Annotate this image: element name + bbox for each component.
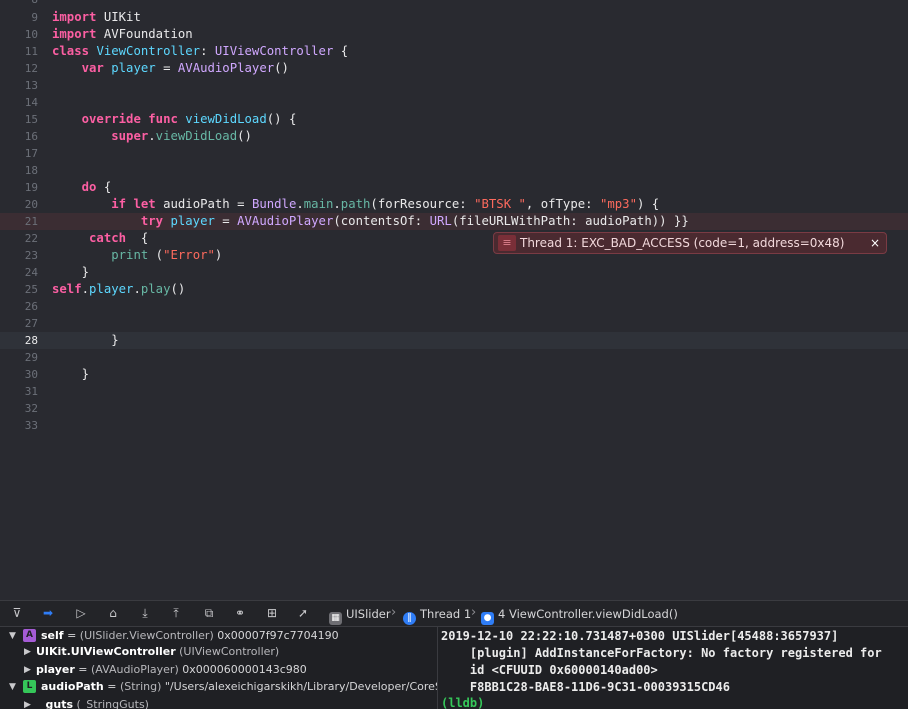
line-number: 29 [24, 351, 38, 364]
error-annotation[interactable]: ≡ Thread 1: EXC_BAD_ACCESS (code=1, addr… [493, 232, 887, 254]
variable-row[interactable]: ▶ _guts (_StringGuts) [0, 696, 437, 709]
disclosure-triangle-icon[interactable]: ▶ [24, 661, 31, 679]
breadcrumb-thread[interactable]: ‖ Thread 1 [403, 606, 471, 625]
chevron-right-icon: › [471, 605, 477, 620]
disclosure-triangle-icon[interactable]: ▼ [9, 678, 16, 696]
variable-row[interactable]: ▶ player = (AVAudioPlayer) 0x00006000014… [0, 661, 437, 679]
debug-bar: ⊽ ➡ ▷ ⌂ ⤓ ⤒ ⧉ ⚭ ⊞ ➚ ▦ UISlider › ‖ Thread … [0, 600, 908, 627]
line-number: 11 [24, 45, 38, 58]
code-line[interactable]: 19 do { [0, 179, 908, 196]
code-line[interactable]: 24 } [0, 264, 908, 281]
step-over-icon[interactable]: ⌂ [104, 605, 122, 622]
thread-icon: ‖ [403, 612, 416, 625]
line-number: 12 [24, 62, 38, 75]
user-frame-icon: ● [481, 612, 494, 625]
line-number: 20 [24, 198, 38, 211]
code-line[interactable]: 26 [0, 298, 908, 315]
line-number: 27 [24, 317, 38, 330]
code-line[interactable]: 29 [0, 349, 908, 366]
line-number: 17 [24, 147, 38, 160]
line-number: 13 [24, 79, 38, 92]
variable-row[interactable]: ▶ UIKit.UIViewController (UIViewControll… [0, 643, 437, 661]
console-line: 2019-12-10 22:22:10.731487+0300 UISlider… [441, 629, 839, 643]
line-number: 33 [24, 419, 38, 432]
current-code-line[interactable]: 28 } [0, 332, 908, 349]
code-line[interactable]: 10 import AVFoundation [0, 26, 908, 43]
line-number: 10 [24, 28, 38, 41]
line-number: 15 [24, 113, 38, 126]
code-line[interactable]: 18 [0, 162, 908, 179]
code-line[interactable]: 13 [0, 77, 908, 94]
line-number: 25 [24, 283, 38, 296]
error-code-line[interactable]: 21 try player = AVAudioPlayer(contentsOf… [0, 213, 908, 230]
line-number: 22 [24, 232, 38, 245]
line-number: 16 [24, 130, 38, 143]
code-line[interactable]: 25 self.player.play() [0, 281, 908, 298]
breakpoints-toggle-icon[interactable]: ➡ [39, 605, 57, 622]
memory-graph-icon[interactable]: ⚭ [231, 605, 249, 622]
simulate-location-icon[interactable]: ➚ [294, 605, 312, 622]
step-into-icon[interactable]: ⤓ [136, 605, 154, 622]
code-line[interactable]: 15 override func viewDidLoad() { [0, 111, 908, 128]
line-number: 24 [24, 266, 38, 279]
code-line[interactable]: 20 if let audioPath = Bundle.main.path(f… [0, 196, 908, 213]
code-line[interactable]: 9 import UIKit [0, 9, 908, 26]
line-number: 23 [24, 249, 38, 262]
line-number: 18 [24, 164, 38, 177]
line-number: 26 [24, 300, 38, 313]
line-number: 32 [24, 402, 38, 415]
breadcrumb-app[interactable]: ▦ UISlider [329, 606, 391, 625]
code-line[interactable]: 32 [0, 400, 908, 417]
line-number: 30 [24, 368, 38, 381]
console-line: id <CFUUID 0x60000140ad00> [441, 663, 658, 677]
code-line[interactable]: 30 } [0, 366, 908, 383]
code-line[interactable]: 17 [0, 145, 908, 162]
environment-overrides-icon[interactable]: ⊞ [263, 605, 281, 622]
console-output[interactable]: 2019-12-10 22:22:10.731487+0300 UISlider… [438, 627, 908, 709]
code-line[interactable]: 16 super.viewDidLoad() [0, 128, 908, 145]
hide-debug-area-icon[interactable]: ⊽ [8, 605, 26, 622]
line-number: 9 [31, 11, 38, 24]
source-editor[interactable]: 8 9 import UIKit 10 import AVFoundation … [0, 0, 908, 600]
close-icon[interactable]: × [870, 235, 880, 251]
console-line: [plugin] AddInstanceForFactory: No facto… [441, 646, 882, 660]
disclosure-triangle-icon[interactable]: ▶ [24, 696, 31, 709]
code-line[interactable]: 14 [0, 94, 908, 111]
line-number: 8 [0, 0, 38, 8]
error-lines-icon: ≡ [498, 235, 516, 251]
variables-view[interactable]: ▼ A self = (UISlider.ViewController) 0x0… [0, 627, 437, 709]
line-number: 19 [24, 181, 38, 194]
console-line: F8BB1C28-BAE8-11D6-9C31-00039315CD46 [441, 680, 730, 694]
code-line[interactable]: 27 [0, 315, 908, 332]
error-message: Thread 1: EXC_BAD_ACCESS (code=1, addres… [520, 236, 845, 250]
breadcrumb-frame[interactable]: ● 4 ViewController.viewDidLoad() [481, 606, 678, 625]
step-out-icon[interactable]: ⤒ [167, 605, 185, 622]
chevron-right-icon: › [391, 605, 397, 620]
lldb-prompt[interactable]: (lldb) [441, 695, 484, 709]
local-badge-icon: L [23, 680, 36, 693]
app-icon: ▦ [329, 612, 342, 625]
line-number: 14 [24, 96, 38, 109]
code-line[interactable]: 31 [0, 383, 908, 400]
code-line[interactable]: 11 class ViewController: UIViewControlle… [0, 43, 908, 60]
line-number: 21 [24, 215, 38, 228]
line-number: 28 [24, 334, 38, 347]
continue-icon[interactable]: ▷ [72, 605, 90, 622]
variable-row[interactable]: ▼ L audioPath = (String) "/Users/alexeic… [0, 678, 437, 696]
line-number: 31 [24, 385, 38, 398]
code-line: 8 [0, 0, 908, 8]
view-hierarchy-icon[interactable]: ⧉ [200, 605, 218, 622]
code-line[interactable]: 33 [0, 417, 908, 434]
code-line[interactable]: 12 var player = AVAudioPlayer() [0, 60, 908, 77]
disclosure-triangle-icon[interactable]: ▶ [24, 643, 31, 661]
argument-badge-icon: A [23, 629, 36, 642]
